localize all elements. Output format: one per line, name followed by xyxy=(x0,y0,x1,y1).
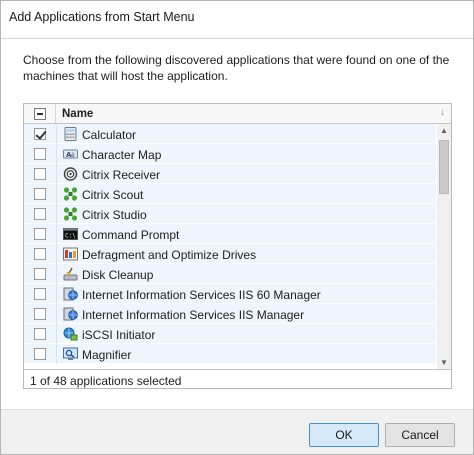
row-checkbox[interactable] xyxy=(34,148,46,160)
row-label: Magnifier xyxy=(82,348,132,362)
table-row[interactable]: C:\ Command Prompt xyxy=(24,224,436,244)
cancel-button[interactable]: Cancel xyxy=(385,423,455,447)
table-row[interactable]: Citrix Receiver xyxy=(24,164,436,184)
dialog-title: Add Applications from Start Menu xyxy=(9,10,195,24)
table-row[interactable]: Calculator xyxy=(24,124,436,144)
row-checkbox[interactable] xyxy=(34,128,46,140)
row-checkbox[interactable] xyxy=(34,308,46,320)
table-row[interactable]: Disk Cleanup xyxy=(24,264,436,284)
table-row[interactable]: Citrix Studio xyxy=(24,204,436,224)
selection-status-text: 1 of 48 applications selected xyxy=(30,374,182,388)
row-label: Citrix Studio xyxy=(82,208,147,222)
defragment-icon xyxy=(63,247,78,261)
cell-divider xyxy=(56,224,57,244)
cell-divider xyxy=(56,244,57,264)
table-row[interactable]: Citrix Scout xyxy=(24,184,436,204)
applications-grid: Name ↓ Calculator Aé Character Map Citrix R… xyxy=(23,103,452,389)
row-checkbox[interactable] xyxy=(34,168,46,180)
row-checkbox[interactable] xyxy=(34,208,46,220)
citrix-scout-icon xyxy=(63,187,78,201)
citrix-receiver-icon xyxy=(63,167,78,181)
table-row[interactable]: Internet Information Services IIS 60 Man… xyxy=(24,284,436,304)
table-row[interactable]: Internet Information Services IIS Manage… xyxy=(24,304,436,324)
scroll-up-icon[interactable]: ▲ xyxy=(437,124,451,138)
select-all-column xyxy=(24,104,56,123)
row-label: Citrix Scout xyxy=(82,188,144,202)
cell-divider xyxy=(56,164,57,184)
ok-button[interactable]: OK xyxy=(309,423,379,447)
citrix-studio-icon xyxy=(63,207,78,221)
row-label: Calculator xyxy=(82,128,137,142)
magnifier-icon xyxy=(63,347,78,361)
select-all-checkbox[interactable] xyxy=(34,108,46,120)
scroll-down-icon[interactable]: ▼ xyxy=(437,356,451,370)
cell-divider xyxy=(56,344,57,364)
cell-divider xyxy=(56,324,57,344)
iscsi-icon xyxy=(63,327,78,341)
row-checkbox[interactable] xyxy=(34,328,46,340)
row-label: Defragment and Optimize Drives xyxy=(82,248,257,262)
add-applications-dialog: Add Applications from Start Menu Choose … xyxy=(0,0,474,455)
row-label: iSCSI Initiator xyxy=(82,328,156,342)
svg-text:C:\: C:\ xyxy=(65,233,76,240)
title-bar: Add Applications from Start Menu xyxy=(1,1,473,33)
row-label: Disk Cleanup xyxy=(82,268,154,282)
title-separator xyxy=(1,38,473,39)
grid-header: Name ↓ xyxy=(24,104,451,124)
row-checkbox[interactable] xyxy=(34,248,46,260)
grid-rows: Calculator Aé Character Map Citrix Receiver… xyxy=(24,124,436,370)
row-checkbox[interactable] xyxy=(34,348,46,360)
character-map-icon: Aé xyxy=(63,147,78,161)
row-checkbox[interactable] xyxy=(34,288,46,300)
selection-status-bar: 1 of 48 applications selected xyxy=(24,369,451,388)
cell-divider xyxy=(56,204,57,224)
column-header-name[interactable]: Name xyxy=(62,108,93,120)
dialog-footer: OK Cancel xyxy=(1,409,473,454)
iis-icon xyxy=(63,307,78,321)
cell-divider xyxy=(56,144,57,164)
row-label: Citrix Receiver xyxy=(82,168,161,182)
cell-divider xyxy=(56,264,57,284)
row-checkbox[interactable] xyxy=(34,228,46,240)
row-label: Internet Information Services IIS 60 Man… xyxy=(82,288,321,302)
table-row[interactable]: iSCSI Initiator xyxy=(24,324,436,344)
vertical-scrollbar[interactable]: ▲ ▼ xyxy=(437,124,451,370)
sort-arrow-icon[interactable]: ↓ xyxy=(440,107,445,118)
command-prompt-icon: C:\ xyxy=(63,227,78,241)
row-label: Character Map xyxy=(82,148,162,162)
iis-icon xyxy=(63,287,78,301)
cell-divider xyxy=(56,304,57,324)
row-label: Internet Information Services IIS Manage… xyxy=(82,308,305,322)
cell-divider xyxy=(56,284,57,304)
disk-cleanup-icon xyxy=(63,267,78,281)
table-row[interactable]: Magnifier xyxy=(24,344,436,364)
row-checkbox[interactable] xyxy=(34,268,46,280)
table-row[interactable]: Defragment and Optimize Drives xyxy=(24,244,436,264)
scroll-thumb[interactable] xyxy=(439,140,449,194)
row-checkbox[interactable] xyxy=(34,188,46,200)
cell-divider xyxy=(56,184,57,204)
cell-divider xyxy=(56,124,57,144)
calculator-icon xyxy=(63,127,78,141)
svg-text:é: é xyxy=(71,152,75,159)
row-label: Command Prompt xyxy=(82,228,180,242)
table-row[interactable]: Aé Character Map xyxy=(24,144,436,164)
dialog-description: Choose from the following discovered app… xyxy=(23,53,450,83)
